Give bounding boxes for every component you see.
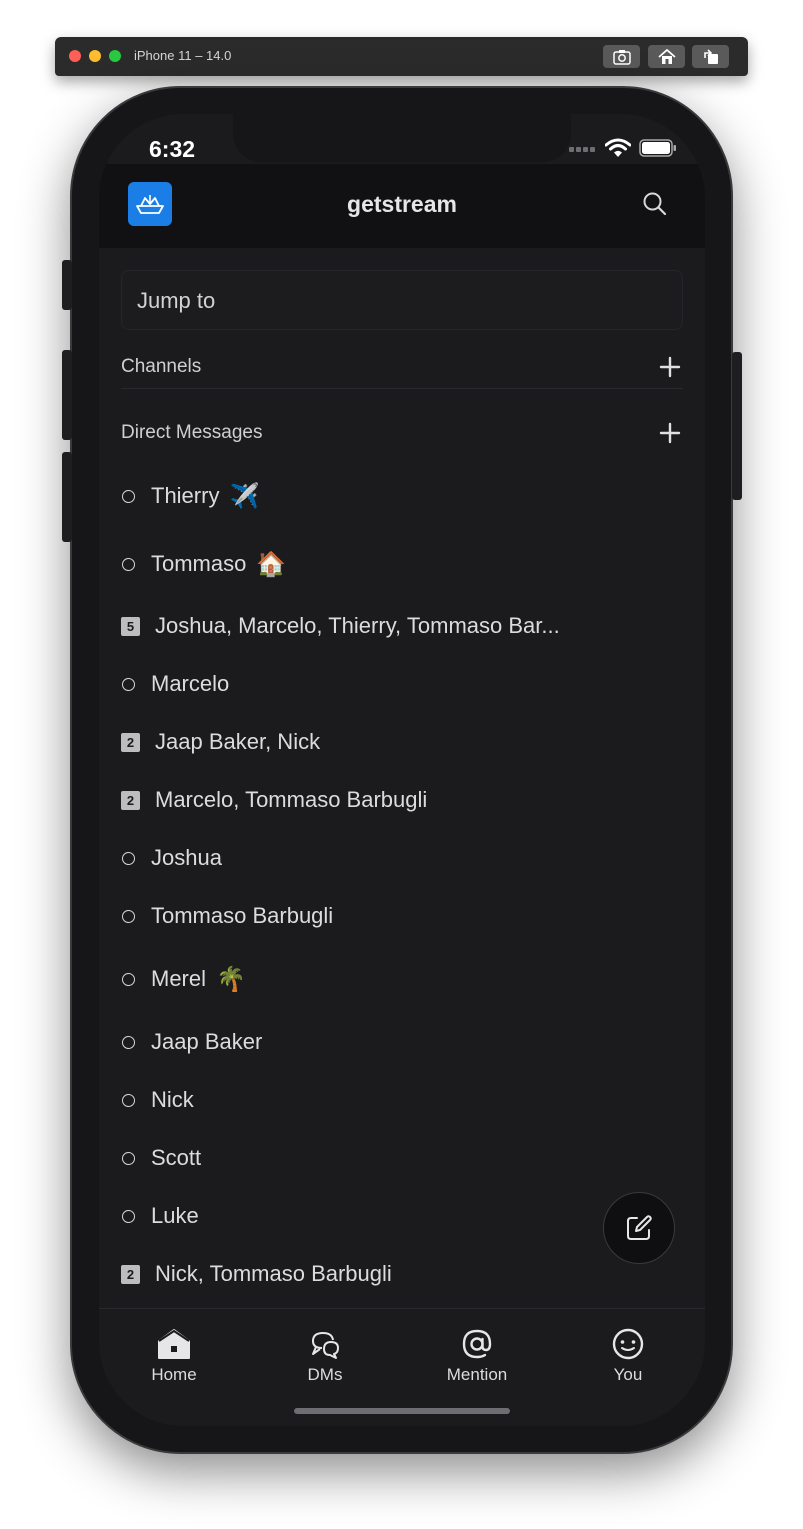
dm-label: Marcelo [151,671,230,696]
dm-item-jaap-nick[interactable]: 2 Jaap Baker, Nick [121,722,681,762]
member-count-badge: 5 [121,616,140,636]
rotate-button[interactable] [692,45,729,68]
presence-ring-icon [122,972,135,986]
notch [233,114,571,162]
dm-label: Tommaso Barbugli [151,903,334,928]
minimize-window-button[interactable] [89,50,101,62]
airplane-emoji-icon: ✈️ [229,482,260,510]
search-button[interactable] [641,190,669,218]
tab-dms[interactable]: DMs [270,1327,380,1385]
close-window-button[interactable] [69,50,81,62]
dm-label: Marcelo, Tommaso Barbugli [155,787,428,812]
zoom-window-button[interactable] [109,50,121,62]
dm-label: Nick [151,1087,194,1112]
presence-ring-icon [122,677,135,691]
compose-message-button[interactable] [603,1192,675,1264]
dm-item-nick-tommaso[interactable]: 2 Nick, Tommaso Barbugli [121,1254,681,1294]
status-indicators [569,138,677,158]
section-divider [121,388,683,389]
dm-label: Joshua [151,845,222,870]
dm-item-nick[interactable]: Nick [121,1080,681,1120]
add-channel-button[interactable] [657,354,683,380]
tab-home-label: Home [151,1365,197,1384]
rotate-icon [703,48,718,64]
tab-you[interactable]: You [573,1327,683,1385]
dm-item-tommaso-barbugli[interactable]: Tommaso Barbugli [121,896,681,936]
channels-section-header[interactable]: Channels [121,348,683,388]
dm-label: Jaap Baker, Nick [155,729,321,754]
volume-down-button [62,452,72,542]
status-time: 6:32 [149,136,196,162]
presence-ring-icon [122,1209,135,1223]
tab-dms-label: DMs [307,1365,343,1384]
member-count-badge: 2 [121,732,140,752]
dm-label: Tommaso [151,551,247,576]
tab-mention[interactable]: Mention [422,1327,532,1385]
app-screen: 6:32 getstream Jump to Channels Direct M… [99,114,705,1426]
dm-item-jaap-baker[interactable]: Jaap Baker [121,1022,681,1062]
dm-item-luke[interactable]: Luke [121,1196,681,1236]
header-title: getstream [347,191,457,217]
dm-label: Luke [151,1203,199,1228]
dm-label: Thierry [151,483,220,508]
dm-label: Nick, Tommaso Barbugli [155,1261,392,1286]
at-icon [460,1327,494,1361]
dm-item-group-5[interactable]: 5 Joshua, Marcelo, Thierry, Tommaso Bar.… [121,606,681,646]
search-icon [643,192,667,216]
power-button [732,352,742,500]
silent-switch [62,260,72,310]
volume-up-button [62,350,72,440]
jump-to-input[interactable]: Jump to [121,270,683,330]
house-emoji-icon: 🏠 [256,550,287,578]
dm-item-tommaso[interactable]: Tommaso 🏠 [121,544,681,584]
dm-label: Merel [151,966,207,991]
tab-home[interactable]: Home [119,1327,229,1385]
channels-label: Channels [121,356,202,377]
dm-item-thierry[interactable]: Thierry ✈️ [121,476,681,516]
dm-item-marcelo[interactable]: Marcelo [121,664,681,704]
simulator-title-bar: iPhone 11 – 14.0 [55,37,748,76]
direct-messages-section-header[interactable]: Direct Messages [121,414,683,454]
add-direct-message-button[interactable] [657,420,683,446]
smiley-icon [611,1327,645,1361]
presence-ring-icon [122,489,135,503]
simulator-title: iPhone 11 – 14.0 [134,48,232,63]
tab-mention-label: Mention [446,1365,508,1384]
dm-label: Scott [151,1145,202,1170]
presence-ring-icon [122,851,135,865]
presence-ring-icon [122,909,135,923]
dm-item-joshua[interactable]: Joshua [121,838,681,878]
wifi-icon [605,138,631,157]
presence-ring-icon [122,1151,135,1165]
dm-label: Jaap Baker [151,1029,263,1054]
battery-icon [639,139,676,157]
home-button[interactable] [648,45,685,68]
home-icon [157,1327,191,1361]
presence-ring-icon [122,1035,135,1049]
presence-ring-icon [122,557,135,571]
home-indicator [294,1408,510,1414]
dm-label: Joshua, Marcelo, Thierry, Tommaso Bar... [155,613,560,638]
plus-icon [659,422,681,444]
signal-icon [569,147,595,152]
jump-to-placeholder: Jump to [137,288,216,313]
compose-icon [627,1215,652,1240]
screenshot-icon [612,49,631,65]
home-icon [657,48,676,64]
tab-you-label: You [613,1365,643,1384]
member-count-badge: 2 [121,1264,140,1284]
dm-item-merel[interactable]: Merel 🌴 [121,959,681,999]
plus-icon [659,356,681,378]
presence-ring-icon [122,1093,135,1107]
dm-item-scott[interactable]: Scott [121,1138,681,1178]
dm-item-marcelo-tommaso[interactable]: 2 Marcelo, Tommaso Barbugli [121,780,681,820]
chat-bubbles-icon [308,1327,342,1361]
palm-tree-emoji-icon: 🌴 [216,965,246,993]
direct-messages-label: Direct Messages [121,422,263,443]
screenshot-button[interactable] [603,45,640,68]
app-header: getstream [99,164,705,248]
member-count-badge: 2 [121,790,140,810]
